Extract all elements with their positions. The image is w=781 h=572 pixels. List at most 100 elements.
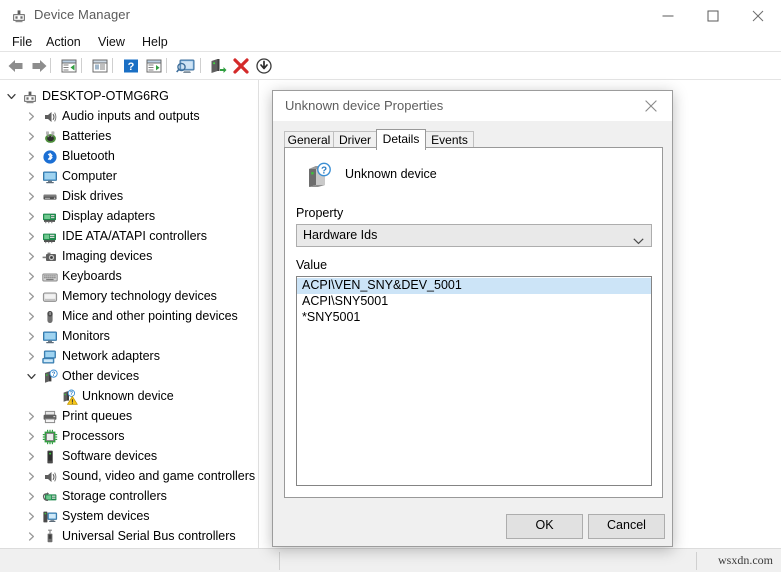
- tree-item-label: Display adapters: [62, 209, 156, 223]
- chevron-down-icon[interactable]: [26, 367, 39, 387]
- status-separator-1: [279, 552, 280, 570]
- tree-item-label: Disk drives: [62, 189, 124, 203]
- tree-item-label: Keyboards: [62, 269, 122, 283]
- toolbar-separator: [50, 58, 51, 73]
- back-icon[interactable]: [5, 55, 27, 76]
- chevron-right-icon[interactable]: [26, 407, 39, 427]
- disable-device-icon[interactable]: [253, 55, 275, 76]
- tree-item-print-queues[interactable]: Print queues: [0, 407, 258, 427]
- value-list-item[interactable]: *SNY5001: [297, 310, 651, 326]
- network-adapter-icon: [42, 349, 58, 365]
- dialog-title: Unknown device Properties: [285, 98, 444, 113]
- tree-item-sound-video-and-game-controllers[interactable]: Sound, video and game controllers: [0, 467, 258, 487]
- chevron-right-icon[interactable]: [26, 527, 39, 547]
- scan-hardware-changes-icon[interactable]: [174, 55, 198, 76]
- svg-text:?: ?: [321, 165, 327, 176]
- properties-icon[interactable]: [89, 55, 111, 76]
- svg-text:?: ?: [128, 61, 135, 73]
- chevron-right-icon[interactable]: [26, 487, 39, 507]
- menu-view[interactable]: View: [93, 34, 130, 50]
- chevron-right-icon[interactable]: [26, 467, 39, 487]
- tree-item-label: Sound, video and game controllers: [62, 469, 256, 483]
- tree-item-universal-serial-bus-controllers[interactable]: Universal Serial Bus controllers: [0, 527, 258, 547]
- dialog-tabs[interactable]: General Driver Details Events: [284, 129, 662, 150]
- value-list-item[interactable]: ACPI\VEN_SNY&DEV_5001: [297, 278, 651, 294]
- tree-item-keyboards[interactable]: Keyboards: [0, 267, 258, 287]
- tree-item-display-adapters[interactable]: Display adapters: [0, 207, 258, 227]
- tree-item-processors[interactable]: Processors: [0, 427, 258, 447]
- maximize-button[interactable]: [690, 0, 735, 31]
- tree-item-label: DESKTOP-OTMG6RG: [42, 89, 169, 103]
- tree-item-label: Batteries: [62, 129, 112, 143]
- chevron-right-icon[interactable]: [26, 167, 39, 187]
- device-tree[interactable]: DESKTOP-OTMG6RG Audio inputs and outputs B…: [0, 80, 258, 548]
- chevron-right-icon[interactable]: [26, 147, 39, 167]
- tree-item-label: Print queues: [62, 409, 133, 423]
- chevron-right-icon[interactable]: [26, 427, 39, 447]
- chevron-right-icon[interactable]: [26, 187, 39, 207]
- uninstall-device-icon[interactable]: [230, 55, 252, 76]
- update-driver-icon[interactable]: [143, 55, 165, 76]
- chevron-down-icon[interactable]: [6, 87, 19, 107]
- tree-item-other-devices[interactable]: ? Other devices: [0, 367, 258, 387]
- chevron-right-icon[interactable]: [26, 507, 39, 527]
- mouse-icon: [42, 309, 58, 325]
- tree-item-network-adapters[interactable]: Network adapters: [0, 347, 258, 367]
- tree-item-software-devices[interactable]: Software devices: [0, 447, 258, 467]
- value-list[interactable]: ACPI\VEN_SNY&DEV_5001 ACPI\SNY5001 *SNY500…: [296, 276, 652, 486]
- tree-item-disk-drives[interactable]: Disk drives: [0, 187, 258, 207]
- tree-item-memory-technology-devices[interactable]: Memory technology devices: [0, 287, 258, 307]
- value-list-item[interactable]: ACPI\SNY5001: [297, 294, 651, 310]
- tree-item-audio-inputs-and-outputs[interactable]: Audio inputs and outputs: [0, 107, 258, 127]
- tree-item-label: Imaging devices: [62, 249, 153, 263]
- forward-icon[interactable]: [28, 55, 50, 76]
- tree-item-monitors[interactable]: Monitors: [0, 327, 258, 347]
- chevron-right-icon[interactable]: [26, 347, 39, 367]
- chevron-right-icon[interactable]: [26, 287, 39, 307]
- dialog-close-button[interactable]: [630, 91, 672, 120]
- ok-button[interactable]: OK: [506, 514, 583, 539]
- chevron-right-icon[interactable]: [26, 127, 39, 147]
- tree-item-computer[interactable]: Computer: [0, 167, 258, 187]
- tree-item-unknown-device[interactable]: ? Unknown device: [0, 387, 258, 407]
- property-dropdown[interactable]: Hardware Ids: [296, 224, 652, 247]
- minimize-button[interactable]: [645, 0, 690, 31]
- menu-action[interactable]: Action: [41, 34, 86, 50]
- chevron-right-icon[interactable]: [26, 207, 39, 227]
- enable-device-icon[interactable]: [207, 55, 229, 76]
- menu-file[interactable]: File: [7, 34, 37, 50]
- device-name-label: Unknown device: [345, 167, 437, 181]
- other-device-icon: ?: [42, 369, 58, 385]
- chevron-right-icon[interactable]: [26, 227, 39, 247]
- chevron-right-icon[interactable]: [26, 267, 39, 287]
- help-icon[interactable]: ?: [120, 55, 142, 76]
- computer-root-icon: [22, 89, 38, 105]
- battery-icon: [42, 129, 58, 145]
- chevron-right-icon[interactable]: [26, 107, 39, 127]
- tree-item-imaging-devices[interactable]: Imaging devices: [0, 247, 258, 267]
- show-hidden-devices-icon[interactable]: [58, 55, 80, 76]
- tree-item-storage-controllers[interactable]: Storage controllers: [0, 487, 258, 507]
- chevron-right-icon[interactable]: [26, 307, 39, 327]
- disk-drive-icon: [42, 189, 58, 205]
- cancel-button[interactable]: Cancel: [588, 514, 665, 539]
- chevron-right-icon[interactable]: [26, 447, 39, 467]
- tree-item-desktop-otmg6rg[interactable]: DESKTOP-OTMG6RG: [0, 87, 258, 107]
- tree-item-label: Network adapters: [62, 349, 160, 363]
- menu-help[interactable]: Help: [137, 34, 173, 50]
- close-button[interactable]: [735, 0, 780, 31]
- system-device-icon: [42, 509, 58, 525]
- chevron-right-icon[interactable]: [26, 247, 39, 267]
- tree-item-ide-ata-atapi-controllers[interactable]: IDE ATA/ATAPI controllers: [0, 227, 258, 247]
- tree-item-label: Software devices: [62, 449, 158, 463]
- tab-details[interactable]: Details: [376, 129, 426, 150]
- bluetooth-icon: [42, 149, 58, 165]
- details-tab-panel: ? Unknown device Property Hardware Ids V…: [284, 147, 663, 498]
- tree-item-mice-and-other-pointing-devices[interactable]: Mice and other pointing devices: [0, 307, 258, 327]
- chevron-right-icon[interactable]: [26, 327, 39, 347]
- tree-item-system-devices[interactable]: System devices: [0, 507, 258, 527]
- tree-item-batteries[interactable]: Batteries: [0, 127, 258, 147]
- tree-item-bluetooth[interactable]: Bluetooth: [0, 147, 258, 167]
- window-title: Device Manager: [34, 7, 131, 22]
